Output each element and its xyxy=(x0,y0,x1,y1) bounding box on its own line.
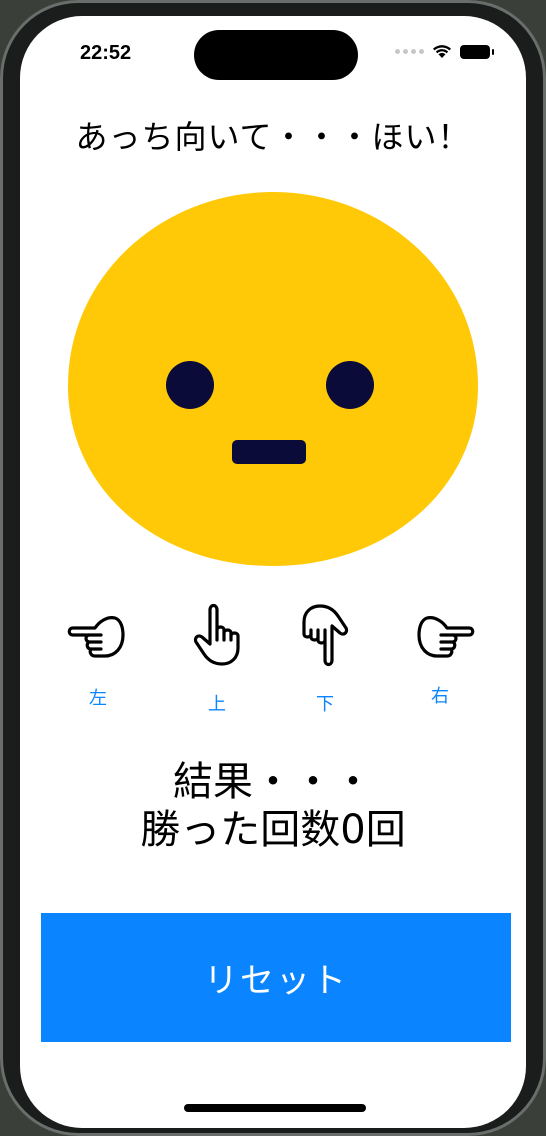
phone-frame: 22:52 あっち向いて・・・ほい！ 左 上 下 右 結果・・・ 勝った回数0回… xyxy=(0,0,546,1136)
up-button[interactable]: 上 xyxy=(172,602,262,722)
dynamic-island xyxy=(194,30,358,80)
home-indicator[interactable] xyxy=(184,1104,366,1112)
result-line-1: 結果・・・ xyxy=(173,759,373,805)
down-label: 下 xyxy=(316,694,334,715)
battery-icon xyxy=(460,44,494,59)
signal-dots-icon xyxy=(395,49,424,54)
wifi-icon xyxy=(433,45,451,58)
pointing-left-icon xyxy=(67,616,125,658)
direction-buttons: 左 上 下 右 xyxy=(20,602,526,732)
reset-button[interactable]: リセット xyxy=(41,913,511,1042)
left-label: 左 xyxy=(89,688,107,709)
pointing-down-icon xyxy=(302,604,349,667)
status-bar: 22:52 xyxy=(20,16,526,92)
status-time: 22:52 xyxy=(80,42,132,64)
status-icons xyxy=(395,44,494,59)
pointing-up-icon xyxy=(193,603,240,666)
right-label: 右 xyxy=(431,686,449,707)
app-screen: 22:52 あっち向いて・・・ほい！ 左 上 下 右 結果・・・ 勝った回数0回… xyxy=(20,16,526,1128)
page-title: あっち向いて・・・ほい！ xyxy=(75,118,471,156)
result-text: 結果・・・ 勝った回数0回 xyxy=(20,758,526,854)
right-button[interactable]: 右 xyxy=(399,602,489,722)
up-label: 上 xyxy=(208,694,226,715)
pointing-right-icon xyxy=(417,616,475,658)
result-line-2: 勝った回数0回 xyxy=(140,807,406,853)
neutral-face-icon xyxy=(68,192,478,566)
down-button[interactable]: 下 xyxy=(280,602,370,722)
left-button[interactable]: 左 xyxy=(53,602,143,722)
